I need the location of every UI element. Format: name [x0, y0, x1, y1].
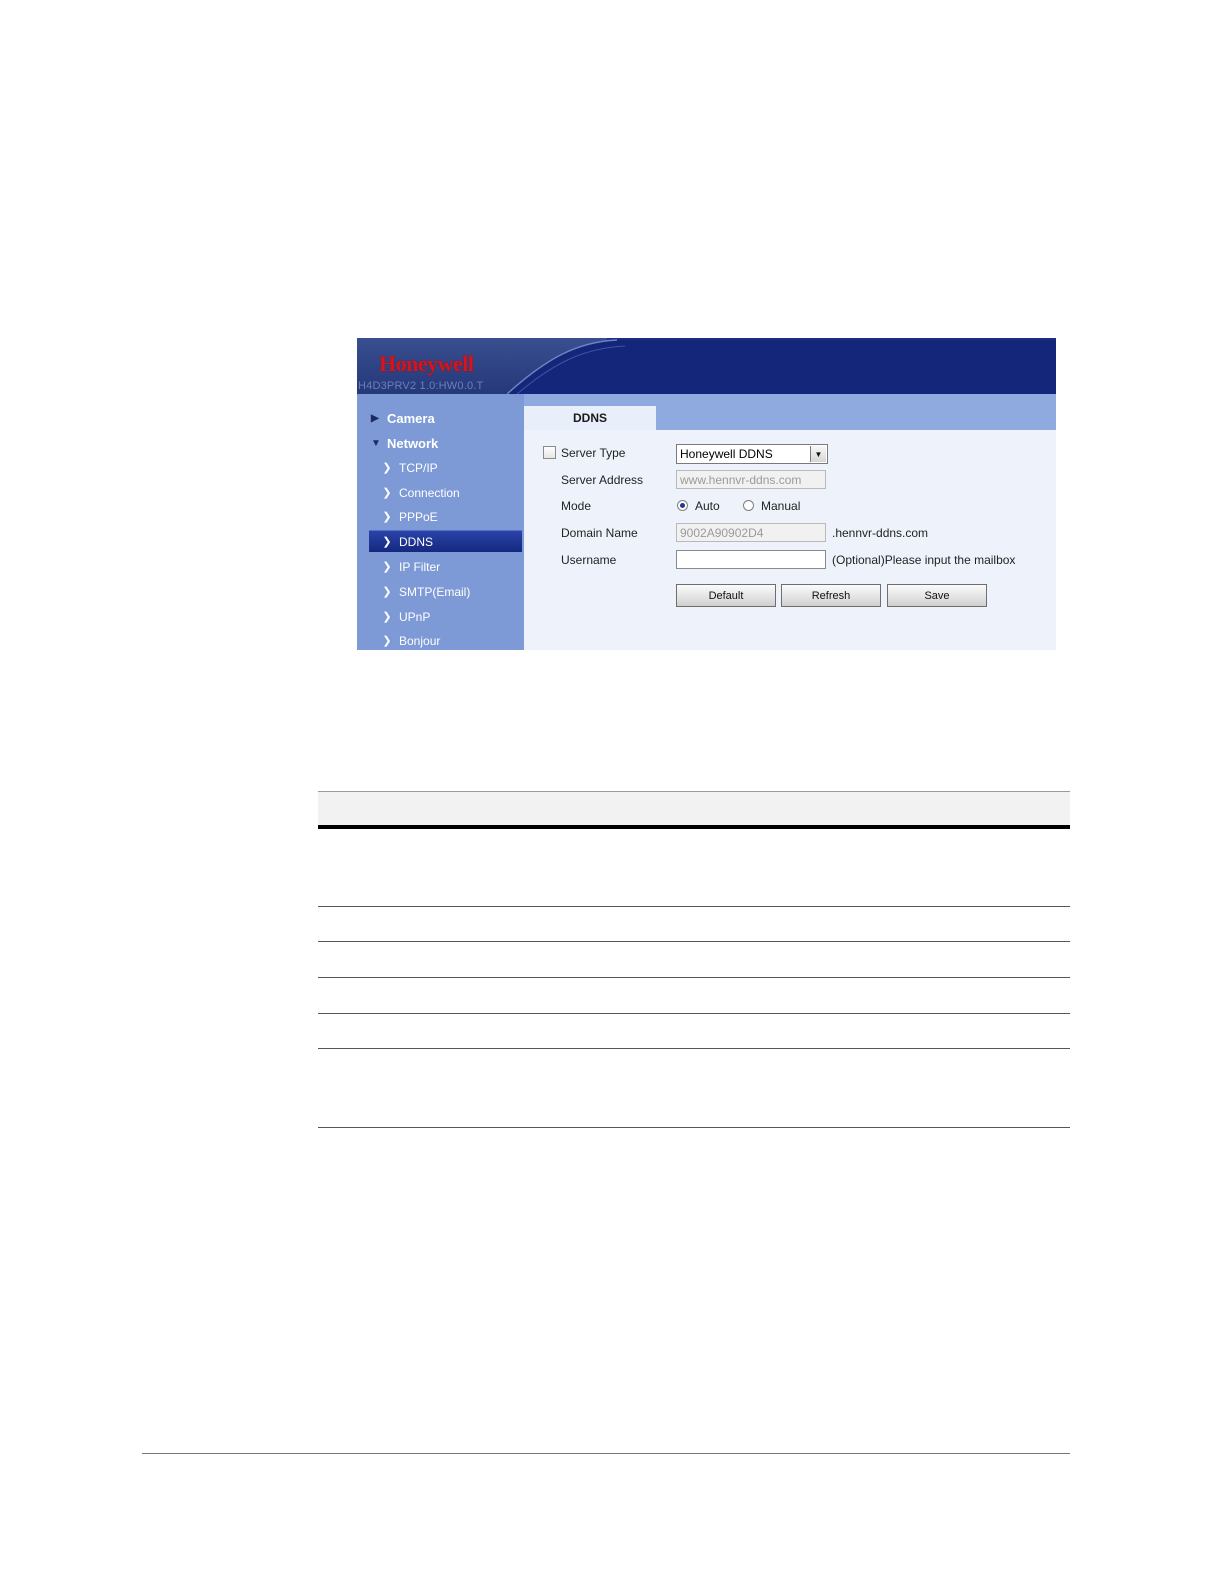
- page-footer-rule: [142, 1453, 1070, 1454]
- table-header: [318, 791, 1070, 826]
- table-row-divider: [318, 1127, 1070, 1128]
- model-version-text: H4D3PRV2 1.0:HW0.0.T: [358, 380, 484, 392]
- sidebar-item-bonjour[interactable]: ❯ Bonjour: [369, 630, 522, 650]
- sidebar-item-smtp[interactable]: ❯ SMTP(Email): [369, 581, 522, 602]
- sidebar-item-label: UPnP: [399, 609, 431, 624]
- mode-auto-label: Auto: [695, 499, 720, 513]
- chevron-right-icon: ❯: [382, 462, 392, 474]
- sidebar-group-label: Network: [387, 436, 439, 451]
- mode-label: Mode: [561, 499, 592, 513]
- sidebar-item-pppoe[interactable]: ❯ PPPoE: [369, 506, 522, 527]
- default-button[interactable]: Default: [676, 584, 776, 607]
- chevron-right-icon: ❯: [382, 611, 392, 623]
- sidebar-item-label: PPPoE: [399, 509, 438, 524]
- sidebar-item-label: Connection: [399, 485, 460, 500]
- table-row-divider: [318, 1013, 1070, 1014]
- sidebar-item-label: Bonjour: [399, 633, 441, 648]
- username-hint-text: (Optional)Please input the mailbox: [832, 553, 1016, 567]
- chevron-right-icon: ❯: [382, 487, 392, 499]
- username-input[interactable]: [676, 550, 826, 569]
- sidebar-item-upnp[interactable]: ❯ UPnP: [369, 606, 522, 627]
- domain-name-label: Domain Name: [561, 526, 638, 540]
- banner-swoosh-graphic: [507, 339, 1056, 394]
- server-type-label: Server Type: [561, 446, 626, 460]
- mode-manual-label: Manual: [761, 499, 801, 513]
- honeywell-logo: Honeywell: [379, 351, 474, 376]
- ddns-content-panel: DDNS Server Type Honeywell DDNS ▼ Server…: [524, 394, 1056, 650]
- table-row-divider: [318, 977, 1070, 978]
- sidebar-item-label: TCP/IP: [399, 460, 438, 475]
- sidebar-group-label: Camera: [387, 411, 435, 426]
- app-banner: Honeywell H4D3PRV2 1.0:HW0.0.T: [357, 338, 1056, 394]
- collapsed-triangle-icon: ▶: [371, 413, 379, 424]
- sidebar-item-label: DDNS: [399, 534, 434, 549]
- save-button[interactable]: Save: [887, 584, 987, 607]
- radio-selected-dot: [680, 503, 685, 508]
- sidebar-item-label: IP Filter: [399, 559, 441, 574]
- chevron-right-icon: ❯: [382, 536, 392, 548]
- username-label: Username: [561, 553, 617, 567]
- chevron-right-icon: ❯: [382, 561, 392, 573]
- server-address-label: Server Address: [561, 473, 644, 487]
- server-type-value: Honeywell DDNS: [680, 447, 773, 461]
- mode-auto-radio[interactable]: [677, 500, 688, 511]
- table-header-rule: [318, 825, 1070, 829]
- server-address-input: www.hennvr-ddns.com: [676, 470, 826, 489]
- sidebar-item-connection[interactable]: ❯ Connection: [369, 482, 522, 503]
- tab-strip: DDNS: [524, 394, 1056, 430]
- sidebar-item-tcpip[interactable]: ❯ TCP/IP: [369, 457, 522, 478]
- sidebar-group-camera[interactable]: ▶ Camera: [371, 411, 435, 426]
- chevron-right-icon: ❯: [382, 635, 392, 647]
- table-row-divider: [318, 1048, 1070, 1049]
- chevron-right-icon: ❯: [382, 586, 392, 598]
- sidebar-item-label: SMTP(Email): [399, 584, 471, 599]
- sidebar-group-network[interactable]: ▼ Network: [371, 436, 438, 451]
- mode-manual-radio[interactable]: [743, 500, 754, 511]
- tab-ddns[interactable]: DDNS: [524, 406, 656, 430]
- ddns-settings-screenshot: Honeywell H4D3PRV2 1.0:HW0.0.T ▶ Camera …: [357, 338, 1056, 650]
- server-type-select[interactable]: Honeywell DDNS ▼: [676, 444, 828, 464]
- sidebar-item-ddns[interactable]: ❯ DDNS: [369, 530, 522, 552]
- domain-name-input: 9002A90902D4: [676, 523, 826, 542]
- domain-suffix-text: .hennvr-ddns.com: [832, 526, 929, 540]
- refresh-button[interactable]: Refresh: [781, 584, 881, 607]
- table-row-divider: [318, 906, 1070, 907]
- chevron-right-icon: ❯: [382, 511, 392, 523]
- sidebar-item-ip-filter[interactable]: ❯ IP Filter: [369, 556, 522, 577]
- table-row-divider: [318, 941, 1070, 942]
- expanded-triangle-icon: ▼: [371, 438, 381, 449]
- dropdown-arrow-icon[interactable]: ▼: [810, 446, 826, 462]
- sidebar: ▶ Camera ▼ Network ❯ TCP/IP ❯ Connection…: [357, 394, 524, 650]
- server-type-checkbox[interactable]: [543, 446, 556, 459]
